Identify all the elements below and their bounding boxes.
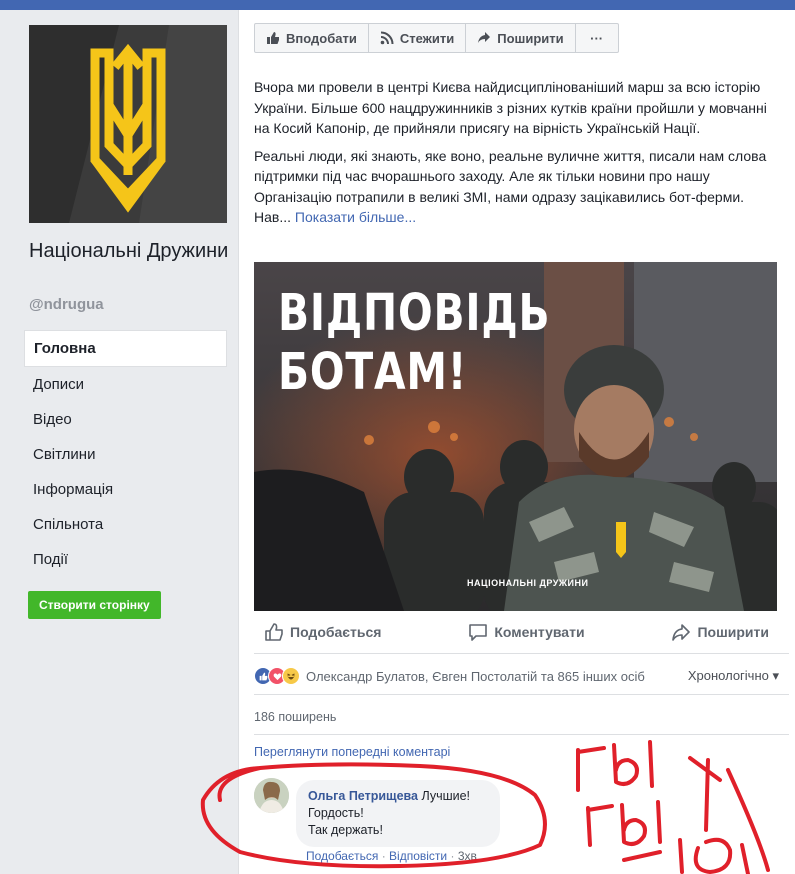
image-watermark: НАЦІОНАЛЬНІ ДРУЖИНИ xyxy=(467,578,589,588)
commenter-avatar[interactable] xyxy=(254,778,289,813)
thumbs-up-outline-icon xyxy=(265,623,283,641)
page-nav: Головна Дописи Відео Світлини Інформація… xyxy=(24,330,227,577)
post-text: Вчора ми провели в центрі Києва найдисци… xyxy=(254,77,779,235)
comment-author[interactable]: Ольга Петрищева xyxy=(308,789,418,803)
like-page-label: Вподобати xyxy=(286,30,357,46)
comment-like-link[interactable]: Подобається xyxy=(306,849,378,863)
comment-bubble-icon xyxy=(469,624,488,641)
sidebar-item-community[interactable]: Спільнота xyxy=(24,507,227,542)
comment-line-1: Лучшие! xyxy=(421,789,471,803)
share-outline-icon xyxy=(672,624,691,641)
sidebar-item-events[interactable]: Події xyxy=(24,542,227,577)
comment-line-3: Так держать! xyxy=(308,823,383,837)
post-card: Вподобати Стежити Поширити ··· Вчора ми … xyxy=(238,10,795,874)
rss-icon xyxy=(380,31,394,45)
likers-text[interactable]: Олександр Булатов, Євген Постолатій та 8… xyxy=(306,669,645,684)
reactions-summary[interactable]: Олександр Булатов, Євген Постолатій та 8… xyxy=(254,666,779,686)
haha-reaction-icon xyxy=(282,667,300,685)
share-post-button[interactable]: Поширити xyxy=(671,622,769,642)
post-paragraph-2: Реальні люди, які знають, яке воно, реал… xyxy=(254,146,779,228)
see-more-link[interactable]: Показати більше... xyxy=(295,209,416,225)
like-post-label: Подобається xyxy=(290,624,382,640)
image-title-line-1: ВІДПОВІДЬ xyxy=(278,284,551,343)
like-post-button[interactable]: Подобається xyxy=(264,622,381,642)
comment-reply-link[interactable]: Відповісти xyxy=(389,849,447,863)
divider xyxy=(254,653,789,654)
sidebar-item-posts[interactable]: Дописи xyxy=(24,367,227,402)
thumbs-up-icon xyxy=(267,32,279,44)
more-options-label: ··· xyxy=(590,30,604,46)
person-photo-icon xyxy=(254,778,289,813)
comment-timestamp: 3хв xyxy=(457,849,477,863)
sidebar-item-photos[interactable]: Світлини xyxy=(24,437,227,472)
shares-count[interactable]: 186 поширень xyxy=(254,710,336,724)
page-avatar[interactable] xyxy=(29,25,227,223)
share-arrow-icon xyxy=(478,32,491,43)
sort-dropdown[interactable]: Хронологічно ▾ xyxy=(688,668,779,684)
share-page-button[interactable]: Поширити xyxy=(465,23,576,53)
post-image[interactable]: ВІДПОВІДЬ БОТАМ! НАЦІОНАЛЬНІ ДРУЖИНИ xyxy=(254,262,777,611)
divider xyxy=(254,694,789,695)
comment-button[interactable]: Коментувати xyxy=(468,622,585,642)
sidebar-item-home[interactable]: Головна xyxy=(24,330,227,367)
sidebar-item-about[interactable]: Інформація xyxy=(24,472,227,507)
image-title: ВІДПОВІДЬ БОТАМ! xyxy=(278,284,550,402)
follow-button[interactable]: Стежити xyxy=(367,23,467,53)
view-previous-comments-link[interactable]: Переглянути попередні коментарі xyxy=(254,745,450,759)
post-paragraph-1: Вчора ми провели в центрі Києва найдисци… xyxy=(254,79,767,136)
page-action-bar: Вподобати Стежити Поширити ··· xyxy=(254,23,619,53)
more-options-button[interactable]: ··· xyxy=(574,23,619,53)
comment-bubble: Ольга Петрищева Лучшие! Гордость! Так де… xyxy=(296,780,500,847)
page-handle[interactable]: @ndrugua xyxy=(29,296,104,313)
divider xyxy=(254,734,789,735)
create-page-button[interactable]: Створити сторінку xyxy=(28,591,161,619)
comment-actions: Подобається · Відповісти · 3хв xyxy=(306,849,477,863)
like-page-button[interactable]: Вподобати xyxy=(254,23,369,53)
image-title-line-2: БОТАМ! xyxy=(278,343,468,402)
follow-label: Стежити xyxy=(399,30,455,46)
share-post-label: Поширити xyxy=(697,624,769,640)
comment-label: Коментувати xyxy=(494,624,585,640)
facebook-top-bar xyxy=(0,0,795,10)
share-page-label: Поширити xyxy=(497,30,564,46)
comment-line-2: Гордость! xyxy=(308,806,364,820)
post-reaction-bar: Подобається Коментувати Поширити xyxy=(254,616,779,648)
trident-logo-icon xyxy=(29,25,227,223)
page-sidebar: Національні Дружини @ndrugua Головна Доп… xyxy=(0,10,238,874)
page-title[interactable]: Національні Дружини xyxy=(29,238,229,264)
sidebar-item-videos[interactable]: Відео xyxy=(24,402,227,437)
